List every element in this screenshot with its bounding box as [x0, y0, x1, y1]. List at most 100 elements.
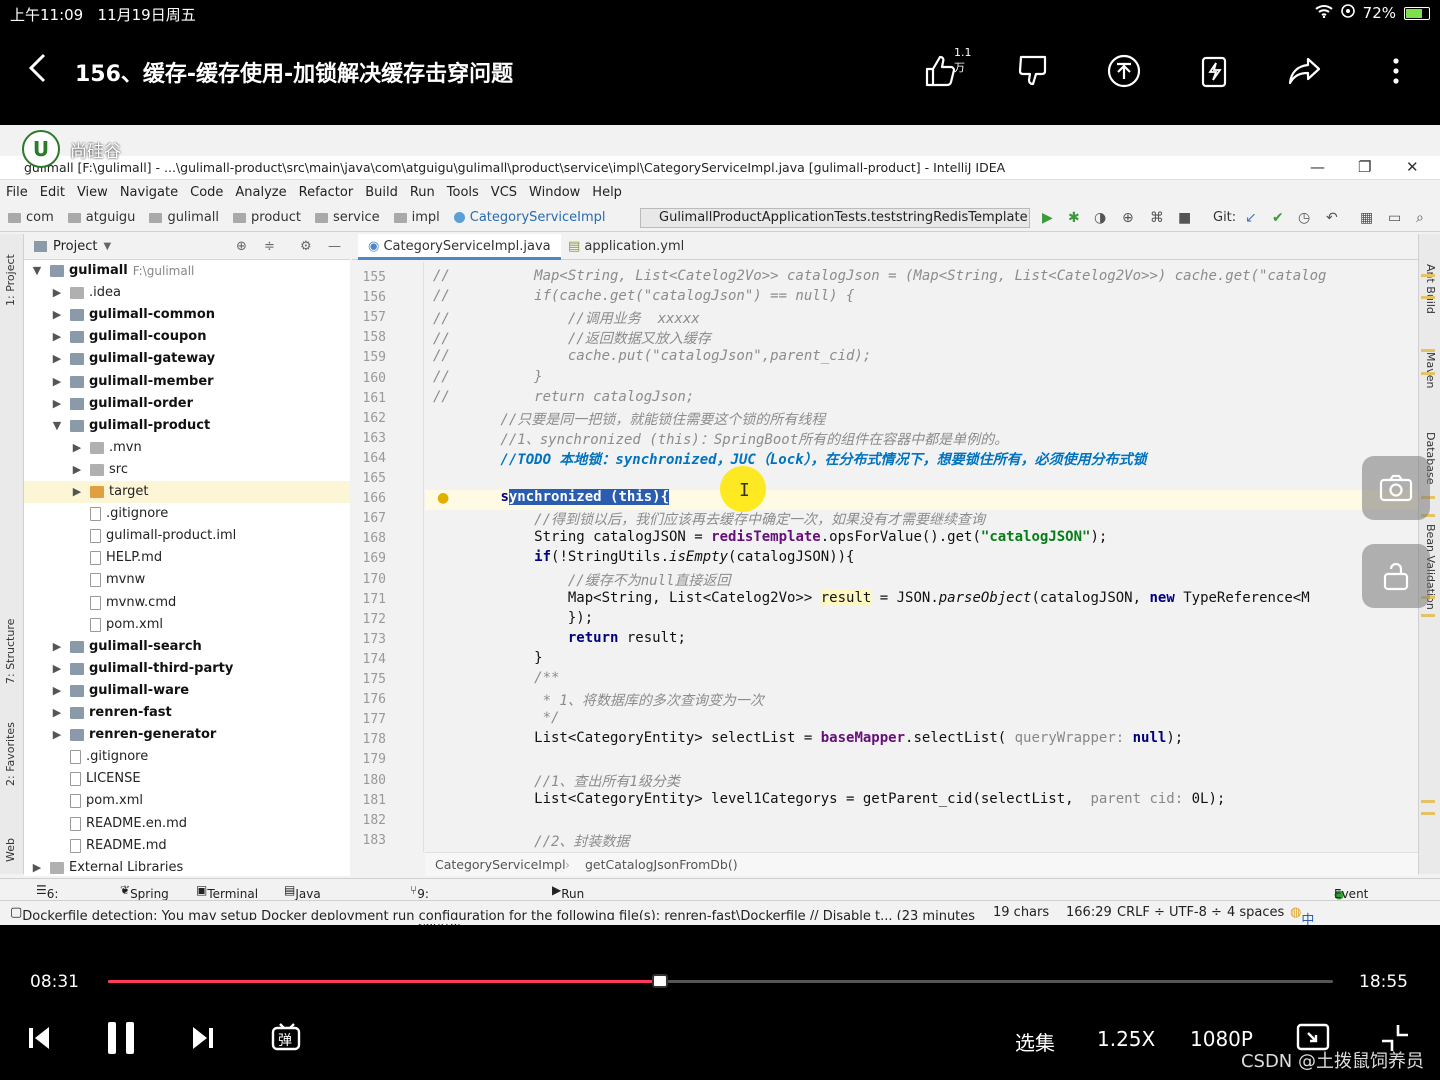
git-commit-icon[interactable]: ✔	[1272, 210, 1284, 226]
menu-navigate[interactable]: Navigate	[120, 185, 178, 200]
menu-run[interactable]: Run	[410, 185, 435, 200]
left-tool-0[interactable]: 1: Project	[4, 254, 17, 306]
tree-item[interactable]: ▶ gulimall-coupon	[50, 326, 207, 348]
menu-vcs[interactable]: VCS	[491, 185, 517, 200]
menu-refactor[interactable]: Refactor	[299, 185, 354, 200]
project-label[interactable]: Project	[53, 239, 97, 254]
close-icon[interactable]: ✕	[1406, 158, 1419, 176]
collapse-icon[interactable]: ≑	[264, 239, 275, 254]
menu-analyze[interactable]: Analyze	[235, 185, 286, 200]
terminal-tab[interactable]: ▣ Terminal	[196, 883, 258, 901]
version-control-tab[interactable]: ⑂ 9: Version Control	[410, 883, 461, 929]
error-stripe-mark[interactable]	[1421, 800, 1435, 803]
tree-item[interactable]: README.md	[50, 835, 167, 857]
tree-item[interactable]: pom.xml	[50, 790, 143, 812]
tree-item[interactable]: mvnw	[70, 569, 145, 591]
menu-build[interactable]: Build	[365, 185, 398, 200]
chevron-right-icon[interactable]: ▶	[30, 857, 44, 876]
tree-item[interactable]: ▼ gulimall F:\gulimall	[30, 260, 195, 282]
tree-item[interactable]: ▶ src	[70, 459, 128, 481]
git-update-icon[interactable]: ↙	[1245, 210, 1257, 226]
file-encoding[interactable]: UTF-8 ÷	[1169, 905, 1222, 920]
run-icon[interactable]: ▶	[1042, 210, 1053, 226]
nav-crumb-com[interactable]: com	[0, 210, 54, 225]
tree-item[interactable]: ▶ gulimall-member	[50, 371, 214, 393]
previous-button[interactable]	[28, 1023, 50, 1057]
chevron-right-icon[interactable]: ▶	[50, 282, 64, 304]
crumb-method[interactable]: getCatalogJsonFromDb()	[585, 853, 738, 877]
chevron-right-icon[interactable]: ▶	[50, 371, 64, 393]
chevron-right-icon[interactable]: ▶	[50, 304, 64, 326]
caret-position[interactable]: 166:29	[1066, 905, 1112, 920]
pause-button[interactable]	[106, 1021, 136, 1059]
danmaku-toggle[interactable]: 弹	[270, 1021, 304, 1059]
tree-item[interactable]: pom.xml	[70, 614, 163, 636]
error-stripe-mark[interactable]	[1421, 296, 1435, 299]
error-stripe-mark[interactable]	[1421, 614, 1435, 617]
right-tool-0[interactable]: Ant Build	[1424, 264, 1437, 314]
editor-tab-0[interactable]: ◉ CategoryServiceImpl.java	[358, 234, 561, 260]
tree-item[interactable]: ▼ gulimall-product	[50, 415, 210, 437]
spring-tab[interactable]: ❦ Spring	[120, 883, 169, 901]
chevron-right-icon[interactable]: ▶	[50, 326, 64, 348]
left-tool-2[interactable]: 2: Favorites	[4, 722, 17, 786]
chevron-right-icon[interactable]: ▶	[50, 348, 64, 370]
progress-handle[interactable]	[652, 974, 669, 988]
coverage-icon[interactable]: ◑	[1094, 210, 1106, 226]
error-stripe-mark[interactable]	[1421, 274, 1435, 277]
nav-crumb-service[interactable]: service	[307, 210, 380, 225]
dislike-button[interactable]	[1010, 48, 1056, 94]
chevron-right-icon[interactable]: ▶	[50, 702, 64, 724]
layout-icon[interactable]: ▭	[1388, 210, 1401, 226]
right-tool-1[interactable]: Maven	[1424, 352, 1437, 388]
run-dashboard-tab[interactable]: ▶ Run Dashboard	[552, 883, 626, 915]
restore-icon[interactable]: ❐	[1358, 158, 1371, 176]
tree-item[interactable]: ▶ gulimall-ware	[50, 680, 189, 702]
git-rollback-icon[interactable]: ↶	[1326, 210, 1338, 226]
java-enterprise-tab[interactable]: ▤ Java Enterprise	[284, 883, 357, 915]
tree-item[interactable]: ▶ renren-fast	[50, 702, 172, 724]
menu-tools[interactable]: Tools	[447, 185, 479, 200]
lock-screen-button[interactable]	[1362, 544, 1430, 608]
tree-item[interactable]: ▶ .idea	[50, 282, 121, 304]
tree-item[interactable]: ▶ External Libraries	[30, 857, 183, 876]
chevron-down-icon[interactable]: ▼	[50, 415, 64, 437]
tree-item[interactable]: mvnw.cmd	[70, 592, 176, 614]
screenshot-button[interactable]	[1362, 456, 1430, 520]
chevron-right-icon[interactable]: ▶	[70, 481, 84, 503]
charge-button[interactable]	[1191, 48, 1237, 94]
tree-item[interactable]: .gitignore	[50, 746, 148, 768]
episodes-button[interactable]: 选集	[1015, 1027, 1055, 1056]
todo-tab[interactable]: ☰ 6: TODO	[36, 883, 82, 915]
nav-crumb-categoryserviceimpl[interactable]: CategoryServiceImpl	[446, 210, 606, 225]
tree-item[interactable]: ▶ gulimall-search	[50, 636, 202, 658]
tree-item[interactable]: ▶ .mvn	[70, 437, 142, 459]
search-icon[interactable]: ⌕	[1416, 210, 1424, 226]
chevron-right-icon[interactable]: ▶	[50, 636, 64, 658]
error-stripe-mark[interactable]	[1421, 349, 1435, 352]
chevron-down-icon[interactable]: ▼	[30, 260, 44, 282]
back-button[interactable]	[26, 52, 56, 90]
line-separator[interactable]: CRLF ÷	[1117, 905, 1165, 920]
minimize-icon[interactable]: —	[1310, 158, 1325, 176]
menu-window[interactable]: Window	[529, 185, 580, 200]
code-editor[interactable]: // Map<String, List<Catelog2Vo>> catalog…	[425, 262, 1418, 852]
chevron-right-icon[interactable]: ▶	[50, 724, 64, 746]
stop-icon[interactable]: ■	[1178, 210, 1191, 226]
chevron-right-icon[interactable]: ▶	[50, 680, 64, 702]
debug-icon[interactable]: ✱	[1068, 210, 1080, 226]
chevron-right-icon[interactable]: ▶	[70, 459, 84, 481]
nav-crumb-product[interactable]: product	[225, 210, 301, 225]
run-configuration-select[interactable]: GulimallProductApplicationTests.teststri…	[640, 208, 1030, 228]
menu-view[interactable]: View	[77, 185, 108, 200]
tree-item[interactable]: ▶ gulimall-third-party	[50, 658, 234, 680]
menu-code[interactable]: Code	[190, 185, 223, 200]
menu-edit[interactable]: Edit	[40, 185, 65, 200]
hide-panel-icon[interactable]: —	[328, 239, 341, 254]
chevron-right-icon[interactable]: ▶	[50, 393, 64, 415]
chevron-right-icon[interactable]: ▶	[50, 658, 64, 680]
project-structure-icon[interactable]: ▦	[1360, 210, 1373, 226]
tree-item[interactable]: ▶ renren-generator	[50, 724, 217, 746]
status-message[interactable]: ▢ Dockerfile detection: You may setup Do…	[10, 905, 980, 920]
progress-bar[interactable]	[108, 974, 1333, 988]
